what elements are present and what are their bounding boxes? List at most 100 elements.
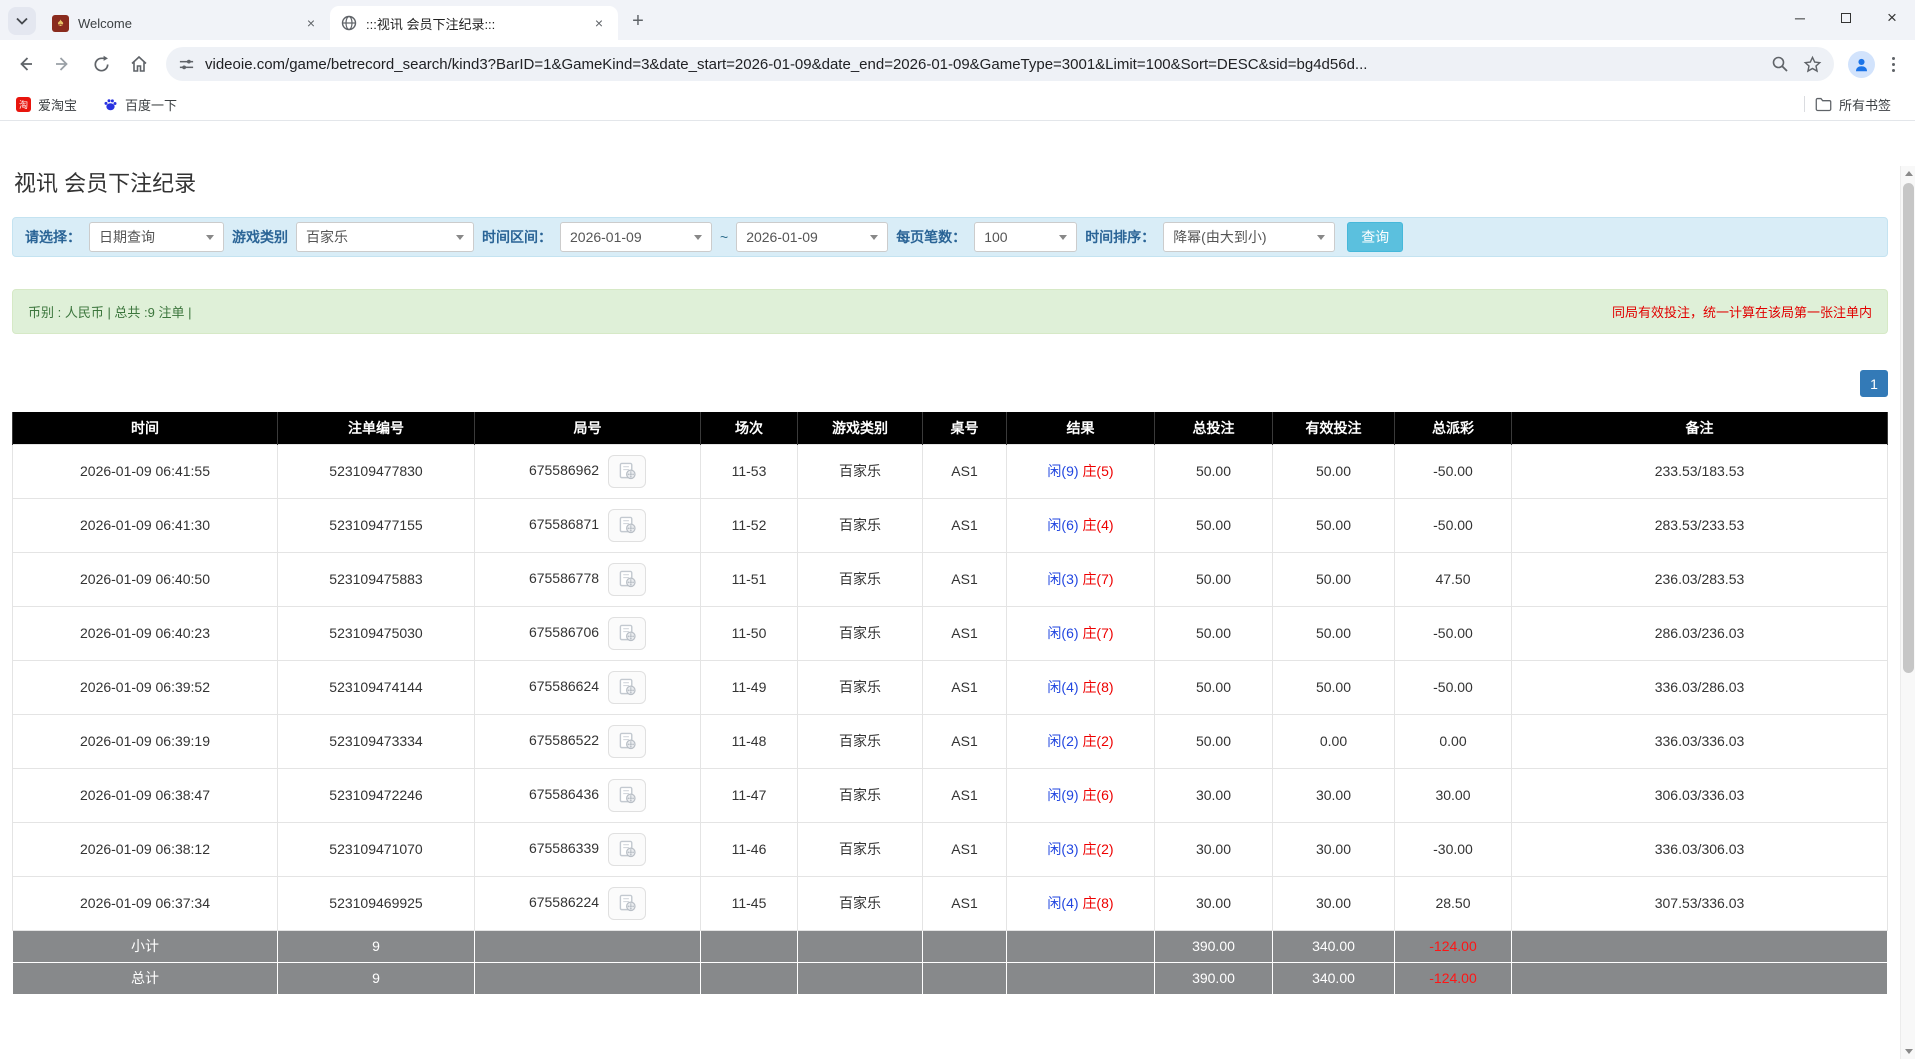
cell-session: 11-49 <box>701 660 798 714</box>
browser-window: ♠ Welcome × :::视讯 会员下注纪录::: × + ─ × <box>0 0 1915 1015</box>
column-header: 结果 <box>1007 412 1155 444</box>
chevron-down-icon <box>456 235 464 240</box>
bookmark-baidu[interactable]: 百度一下 <box>103 95 177 114</box>
tab-search-button[interactable] <box>8 7 36 35</box>
cell-remark: 286.03/236.03 <box>1512 606 1888 660</box>
address-bar[interactable]: videoie.com/game/betrecord_search/kind3?… <box>166 47 1834 81</box>
tab-title: Welcome <box>78 16 302 31</box>
minimize-button[interactable]: ─ <box>1777 0 1823 36</box>
footer-cell <box>475 930 701 962</box>
cell-valid-bet: 50.00 <box>1273 552 1395 606</box>
bookmark-taobao[interactable]: 淘 爱淘宝 <box>16 95 77 114</box>
game-kind-select[interactable]: 百家乐 <box>296 222 474 252</box>
globe-icon <box>340 15 357 32</box>
home-button[interactable] <box>122 47 156 81</box>
new-tab-button[interactable]: + <box>624 7 652 35</box>
cell-bet-id: 523109477830 <box>278 444 475 498</box>
result-player: 闲(2) <box>1047 733 1078 749</box>
cell-game-kind: 百家乐 <box>798 552 923 606</box>
reload-button[interactable] <box>84 47 118 81</box>
cell-round-id: 675586224 <box>475 876 701 930</box>
url-text[interactable]: videoie.com/game/betrecord_search/kind3?… <box>205 56 1761 73</box>
cell-result: 闲(9) 庄(5) <box>1007 444 1155 498</box>
cell-game-kind: 百家乐 <box>798 876 923 930</box>
tab-close-icon[interactable]: × <box>302 14 320 32</box>
cell-table-no: AS1 <box>923 606 1007 660</box>
cell-game-kind: 百家乐 <box>798 768 923 822</box>
divider <box>1804 96 1805 112</box>
tab-welcome[interactable]: ♠ Welcome × <box>42 6 330 40</box>
menu-kebab-icon[interactable] <box>1881 52 1905 76</box>
cell-total-bet: 30.00 <box>1155 822 1273 876</box>
cell-round-id: 675586778 <box>475 552 701 606</box>
cell-payout: -50.00 <box>1395 606 1512 660</box>
video-replay-button[interactable] <box>608 455 646 488</box>
sort-select[interactable]: 降幂(由大到小) <box>1163 222 1335 252</box>
cell-total-bet: 50.00 <box>1155 606 1273 660</box>
date-start-select[interactable]: 2026-01-09 <box>560 222 712 252</box>
video-replay-button[interactable] <box>608 833 646 866</box>
query-type-select[interactable]: 日期查询 <box>89 222 224 252</box>
cell-round-id: 675586962 <box>475 444 701 498</box>
cell-bet-id: 523109471070 <box>278 822 475 876</box>
close-button[interactable]: × <box>1869 0 1915 36</box>
cell-remark: 336.03/306.03 <box>1512 822 1888 876</box>
forward-button[interactable] <box>46 47 80 81</box>
column-header: 注单编号 <box>278 412 475 444</box>
footer-cell: 9 <box>278 962 475 994</box>
tab-betrecord[interactable]: :::视讯 会员下注纪录::: × <box>330 6 618 40</box>
video-replay-button[interactable] <box>608 617 646 650</box>
folder-icon <box>1815 97 1832 112</box>
tab-close-icon[interactable]: × <box>590 14 608 32</box>
result-banker: 庄(2) <box>1082 841 1113 857</box>
profile-avatar[interactable] <box>1848 51 1875 78</box>
video-replay-button[interactable] <box>608 779 646 812</box>
scrollbar-thumb[interactable] <box>1903 183 1914 673</box>
cell-session: 11-53 <box>701 444 798 498</box>
column-header: 总投注 <box>1155 412 1273 444</box>
zoom-icon[interactable] <box>1771 55 1789 73</box>
page-button-1[interactable]: 1 <box>1860 370 1888 397</box>
query-button[interactable]: 查询 <box>1347 222 1403 252</box>
footer-cell <box>701 930 798 962</box>
scroll-up-arrow[interactable] <box>1901 166 1915 181</box>
bet-record-table: 时间注单编号局号场次游戏类别桌号结果总投注有效投注总派彩备注 2026-01-0… <box>12 412 1888 995</box>
page-size-select[interactable]: 100 <box>974 222 1077 252</box>
sort-value: 降幂(由大到小) <box>1173 227 1266 247</box>
cell-remark: 336.03/286.03 <box>1512 660 1888 714</box>
maximize-button[interactable] <box>1823 0 1869 36</box>
forward-icon <box>53 54 73 74</box>
date-end-select[interactable]: 2026-01-09 <box>736 222 888 252</box>
video-replay-button[interactable] <box>608 887 646 920</box>
footer-cell: 340.00 <box>1273 962 1395 994</box>
person-icon <box>1853 56 1870 73</box>
result-banker: 庄(7) <box>1082 625 1113 641</box>
chevron-down-icon <box>1059 235 1067 240</box>
back-button[interactable] <box>8 47 42 81</box>
result-player: 闲(6) <box>1047 517 1078 533</box>
video-replay-button[interactable] <box>608 725 646 758</box>
page-scrollbar[interactable] <box>1900 166 1915 1059</box>
video-replay-button[interactable] <box>608 671 646 704</box>
cell-payout: -50.00 <box>1395 498 1512 552</box>
site-info-icon[interactable] <box>178 56 195 73</box>
scroll-down-arrow[interactable] <box>1901 1044 1915 1059</box>
video-replay-button[interactable] <box>608 509 646 542</box>
bookmark-star-icon[interactable] <box>1803 55 1822 74</box>
page-title: 视讯 会员下注纪录 <box>14 166 1900 198</box>
column-header: 游戏类别 <box>798 412 923 444</box>
baidu-paw-icon <box>103 97 118 112</box>
cell-time: 2026-01-09 06:40:50 <box>13 552 278 606</box>
game-kind-label: 游戏类别 <box>232 227 288 247</box>
reload-icon <box>92 55 111 74</box>
query-type-value: 日期查询 <box>99 227 155 247</box>
all-bookmarks-button[interactable]: 所有书签 <box>1815 95 1891 114</box>
cell-valid-bet: 30.00 <box>1273 876 1395 930</box>
footer-cell: -124.00 <box>1395 962 1512 994</box>
cell-bet-id: 523109474144 <box>278 660 475 714</box>
cell-bet-id: 523109475883 <box>278 552 475 606</box>
result-banker: 庄(4) <box>1082 517 1113 533</box>
cell-round-id: 675586436 <box>475 768 701 822</box>
cell-table-no: AS1 <box>923 444 1007 498</box>
video-replay-button[interactable] <box>608 563 646 596</box>
